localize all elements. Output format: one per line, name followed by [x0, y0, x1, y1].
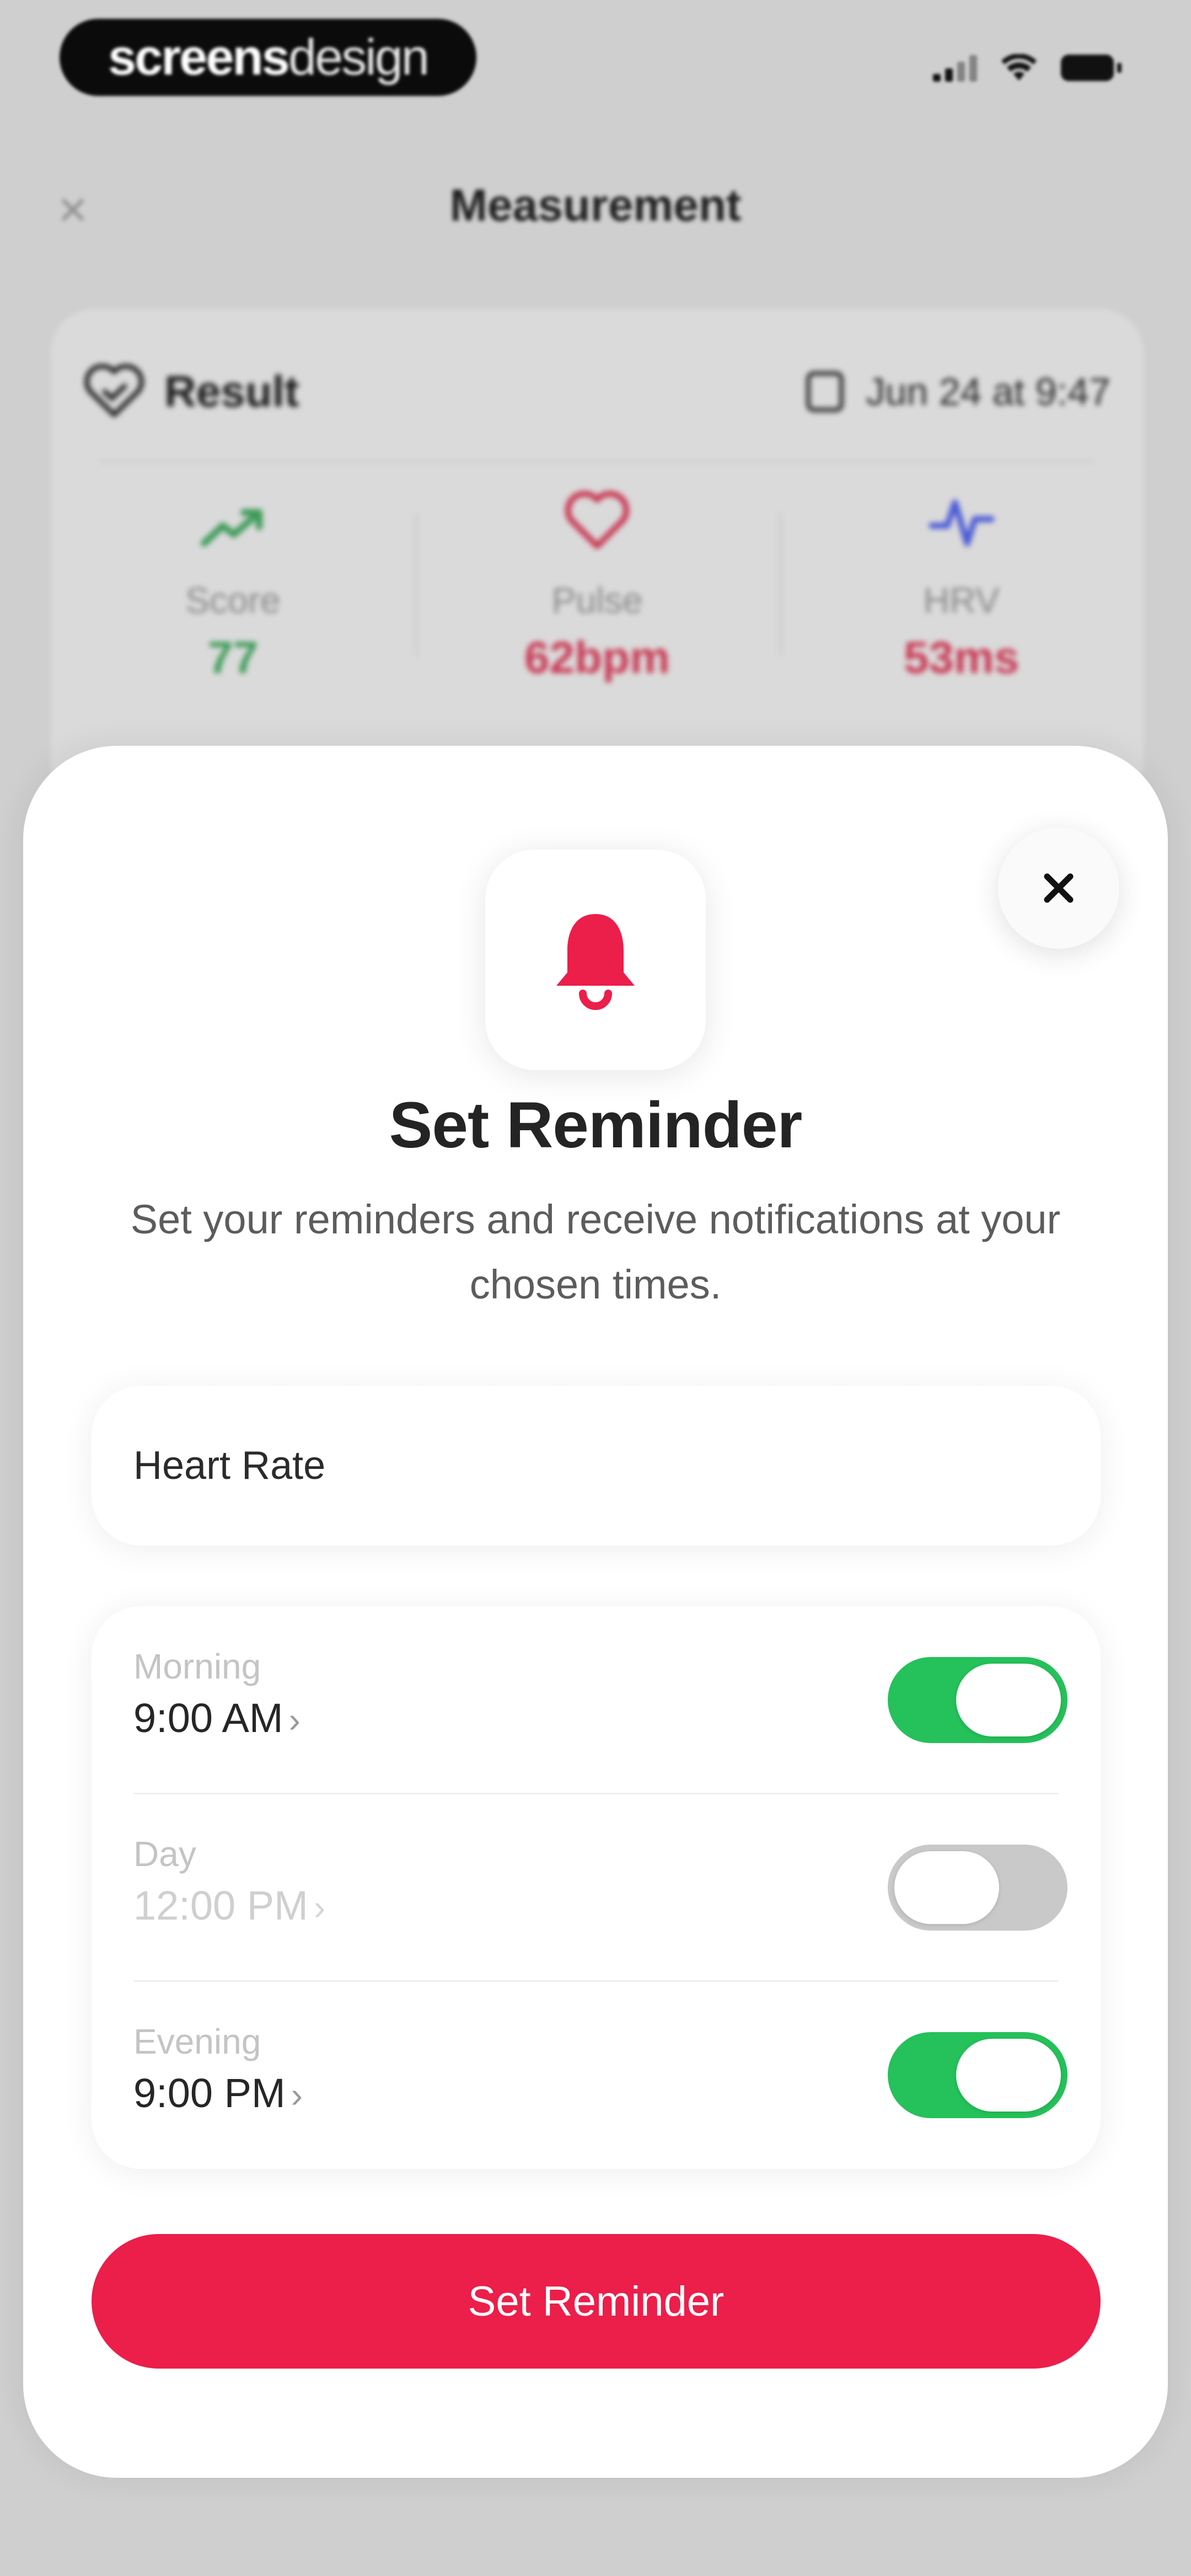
result-divider — [100, 461, 1094, 463]
day-toggle[interactable] — [888, 1845, 1067, 1931]
morning-toggle[interactable] — [888, 1657, 1067, 1743]
battery-icon — [1061, 55, 1122, 81]
time-label: Day — [133, 1834, 196, 1874]
sheet-subtitle: Set your reminders and receive notificat… — [130, 1196, 1061, 1307]
metric-hrv: HRV 53ms — [779, 491, 1144, 756]
brand-watermark: screens design — [60, 19, 476, 96]
heart-icon — [415, 490, 780, 568]
calendar-icon — [806, 371, 844, 412]
time-value-button[interactable]: 9:00 PM › — [133, 2070, 303, 2117]
metric-value: 77 — [207, 633, 258, 683]
status-icons — [933, 49, 1122, 87]
metric-value: 62bpm — [524, 633, 670, 683]
trend-up-icon — [51, 491, 415, 568]
evening-toggle[interactable] — [888, 2032, 1067, 2118]
metric-label: Score — [185, 580, 281, 621]
time-label: Evening — [133, 2022, 261, 2061]
signal-icon — [933, 54, 977, 82]
toggle-knob — [956, 2039, 1061, 2112]
reminder-icon-box — [485, 849, 706, 1070]
time-row-evening: Evening 9:00 PM › — [92, 1981, 1101, 2169]
reminder-times-list: Morning 9:00 AM › Day 12:00 PM › Evening 9… — [92, 1606, 1101, 2169]
result-title: Result — [164, 367, 299, 416]
time-label: Morning — [133, 1647, 261, 1686]
sheet-title: Set Reminder — [389, 1089, 803, 1162]
time-value-button[interactable]: 12:00 PM › — [133, 1882, 325, 1929]
toggle-knob — [894, 1851, 999, 1924]
time-value: 12:00 PM — [133, 1883, 308, 1928]
heart-check-icon — [84, 364, 144, 418]
nav-bar: × Measurement — [0, 165, 1191, 243]
status-bar: screens design — [0, 0, 1191, 110]
chevron-right-icon: › — [288, 1700, 301, 1740]
result-card: Result Jun 24 at 9:47 Score 77 Pulse 62b… — [51, 309, 1144, 805]
time-row-morning: Morning 9:00 AM › — [92, 1606, 1101, 1794]
metric-label: Pulse — [551, 580, 643, 621]
nav-title: Measurement — [449, 180, 742, 231]
time-row-day: Day 12:00 PM › — [92, 1794, 1101, 1981]
metric-pulse: Pulse 62bpm — [415, 490, 780, 756]
metric-score: Score 77 — [51, 491, 415, 756]
pulse-wave-icon — [779, 491, 1144, 568]
result-header: Result Jun 24 at 9:47 — [84, 361, 1110, 422]
chevron-right-icon: › — [291, 2075, 303, 2115]
close-button[interactable] — [998, 827, 1119, 949]
chevron-right-icon: › — [313, 1888, 326, 1927]
brand-light: design — [288, 29, 430, 85]
close-icon — [1044, 873, 1074, 903]
metrics-row: Score 77 Pulse 62bpm HRV 53ms — [51, 490, 1144, 756]
brand-strong: screens — [108, 29, 290, 85]
bell-icon — [556, 914, 635, 1010]
time-value: 9:00 AM — [133, 1695, 283, 1741]
metric-value: 53ms — [903, 633, 1020, 683]
wifi-icon — [1001, 54, 1037, 81]
toggle-knob — [956, 1664, 1061, 1736]
reminder-name-field[interactable]: Heart Rate — [92, 1386, 1101, 1546]
result-date: Jun 24 at 9:47 — [866, 370, 1110, 413]
metric-label: HRV — [923, 580, 1000, 621]
time-value: 9:00 PM — [133, 2070, 286, 2116]
set-reminder-button[interactable]: Set Reminder — [92, 2234, 1101, 2369]
reminder-name-value: Heart Rate — [133, 1444, 326, 1488]
set-reminder-sheet: Set Reminder Set your reminders and rece… — [23, 746, 1168, 2478]
time-value-button[interactable]: 9:00 AM › — [133, 1695, 301, 1741]
